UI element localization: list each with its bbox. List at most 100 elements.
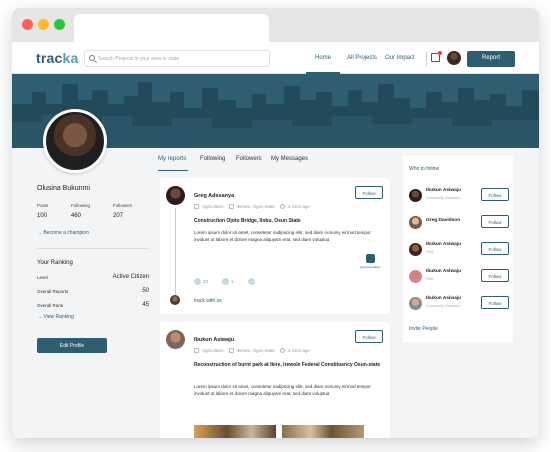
author-name[interactable]: Greg Adesanya [194,193,234,199]
follow-button[interactable]: Follow [481,296,509,309]
timeline-line [175,208,176,300]
browser-window: tracka Search Projects in your area or s… [12,8,539,438]
tag-icon [194,204,199,209]
author-name[interactable]: Ibukun Asiwaju [194,337,234,343]
ranking-rank-row: Overall Rank 45 [37,302,149,308]
follow-button[interactable]: Follow [355,186,383,199]
tab-followers[interactable]: Followers [236,156,262,162]
stat-posts: Posts 100 [37,203,48,219]
post-location: Ikenne, Ogun-state [236,348,275,353]
follow-button[interactable]: Follow [481,215,509,228]
who-to-follow-title: Who to follow [409,166,440,172]
follow-button[interactable]: Follow [481,188,509,201]
report-card: Greg Adesanya Follow Agriculture Ikenne,… [160,178,390,314]
become-champion-label: Become a champion [43,230,89,236]
suggested-user-role: FMA [426,277,434,281]
author-avatar[interactable] [166,330,185,349]
suggested-user-name[interactable]: Ibukun Asiwaju [426,269,461,274]
suggested-user-avatar[interactable] [409,216,422,229]
suggested-user-name[interactable]: Ibukun Asiwaju [426,296,461,301]
post-location: Ikenne, Ogun-state [236,204,275,209]
suggested-user: Ibukun Asiwaju Community Champion Follow [409,294,509,314]
post-body: Lorem ipsum dolor sit amet, consetetur s… [194,230,371,242]
suggested-user-avatar[interactable] [409,297,422,310]
author-avatar[interactable] [166,186,185,205]
stat-following-value: 460 [71,213,82,219]
nav-our-impact[interactable]: Our Impact [385,55,415,61]
suggested-user-role: FMA [426,250,434,254]
browser-titlebar [12,8,539,42]
maximize-window-button[interactable] [54,19,65,30]
track-avatar [170,295,180,305]
who-to-follow-panel: Who to follow Ibukun Asiwaju Community C… [403,156,513,342]
reaction-like[interactable]: 20 [194,278,208,285]
invite-people-link[interactable]: Invite People [409,326,438,332]
edit-profile-button[interactable]: Edit Profile [37,338,107,353]
stat-posts-value: 100 [37,213,48,219]
suggested-user: Ibukun Asiwaju FMA Follow [409,240,509,260]
top-navbar: tracka Search Projects in your area or s… [12,42,539,74]
ranking-title: Your Ranking [37,260,73,266]
profile-photo[interactable] [43,109,107,173]
tag-icon [194,348,199,353]
stat-posts-label: Posts [37,203,49,208]
view-ranking-label: View Ranking [43,314,74,320]
search-icon [89,55,95,61]
suggested-user-name[interactable]: Ibukun Asiwaju [426,242,461,247]
logo-text-1: trac [36,50,63,66]
stat-followers: Followers 207 [113,203,132,219]
suggested-user-name[interactable]: Greg Davidson [426,218,460,223]
share-icon[interactable] [248,278,255,285]
reaction-like-count: 20 [203,279,209,284]
suggested-user-avatar[interactable] [409,243,422,256]
tracka-logo[interactable]: tracka [36,50,78,66]
follow-button[interactable]: Follow [355,330,383,343]
nav-all-projects[interactable]: All Projects [347,55,377,61]
approval-status[interactable]: Approval status [356,254,384,269]
suggested-user: Ibukun Asiwaju FMA Follow [409,267,509,287]
ranking-reports-label: Overall Reports [37,289,69,294]
search-input[interactable]: Search Projects in your area or state [84,50,270,67]
view-ranking-link[interactable]: → View Ranking [37,314,74,320]
user-avatar[interactable] [447,51,461,65]
tab-my-reports[interactable]: My reports [158,156,186,162]
minimize-window-button[interactable] [38,19,49,30]
thumbs-up-icon [194,278,201,285]
post-photo[interactable] [282,425,364,438]
ranking-level-value: Active Citizen [112,274,149,280]
track-with-us-link[interactable]: track with us [194,298,222,304]
clock-icon [279,204,285,209]
ranking-reports-row: Overall Reports 50 [37,288,149,294]
notification-icon[interactable] [431,51,442,62]
post-meta: Agriculture Ikenne, Ogun-state 3 mins ag… [194,348,310,353]
follow-button[interactable]: Follow [481,269,509,282]
stat-following: Following 460 [71,203,90,219]
clock-icon [279,348,285,353]
suggested-user-name[interactable]: Ibukun Asiwaju [426,188,461,193]
suggested-user-avatar[interactable] [409,270,422,283]
post-title[interactable]: Reconstruction of burnt park at Ikire, I… [194,362,384,369]
report-button[interactable]: Report [467,51,515,67]
profile-divider [37,248,149,249]
suggested-user-avatar[interactable] [409,189,422,202]
close-window-button[interactable] [22,19,33,30]
logo-text-2: ka [62,50,79,66]
tab-my-messages[interactable]: My Messages [271,156,308,162]
follow-button[interactable]: Follow [481,242,509,255]
post-title[interactable]: Construction Ojotu Bridge, Ilobu, Osun S… [194,218,384,225]
tab-following[interactable]: Following [200,156,225,162]
suggested-user-role: Community Champion [426,196,461,200]
post-time: 3 mins ago [287,348,310,353]
page: tracka Search Projects in your area or s… [0,0,551,452]
browser-tab[interactable] [74,14,269,42]
post-time: 3 mins ago [287,204,310,209]
ranking-level-row: Level Active Citizen [37,274,149,280]
become-champion-link[interactable]: → Become a champion [37,230,89,236]
suggested-user: Greg Davidson Follow [409,213,509,233]
ranking-rank-value: 45 [142,302,149,308]
location-icon [228,348,234,353]
reaction-comment[interactable]: 1 [222,278,234,285]
post-photo[interactable] [194,425,276,438]
nav-home[interactable]: Home [315,55,331,61]
report-card: Ibukun Asiwaju Follow Agriculture Ikenne… [160,322,390,438]
